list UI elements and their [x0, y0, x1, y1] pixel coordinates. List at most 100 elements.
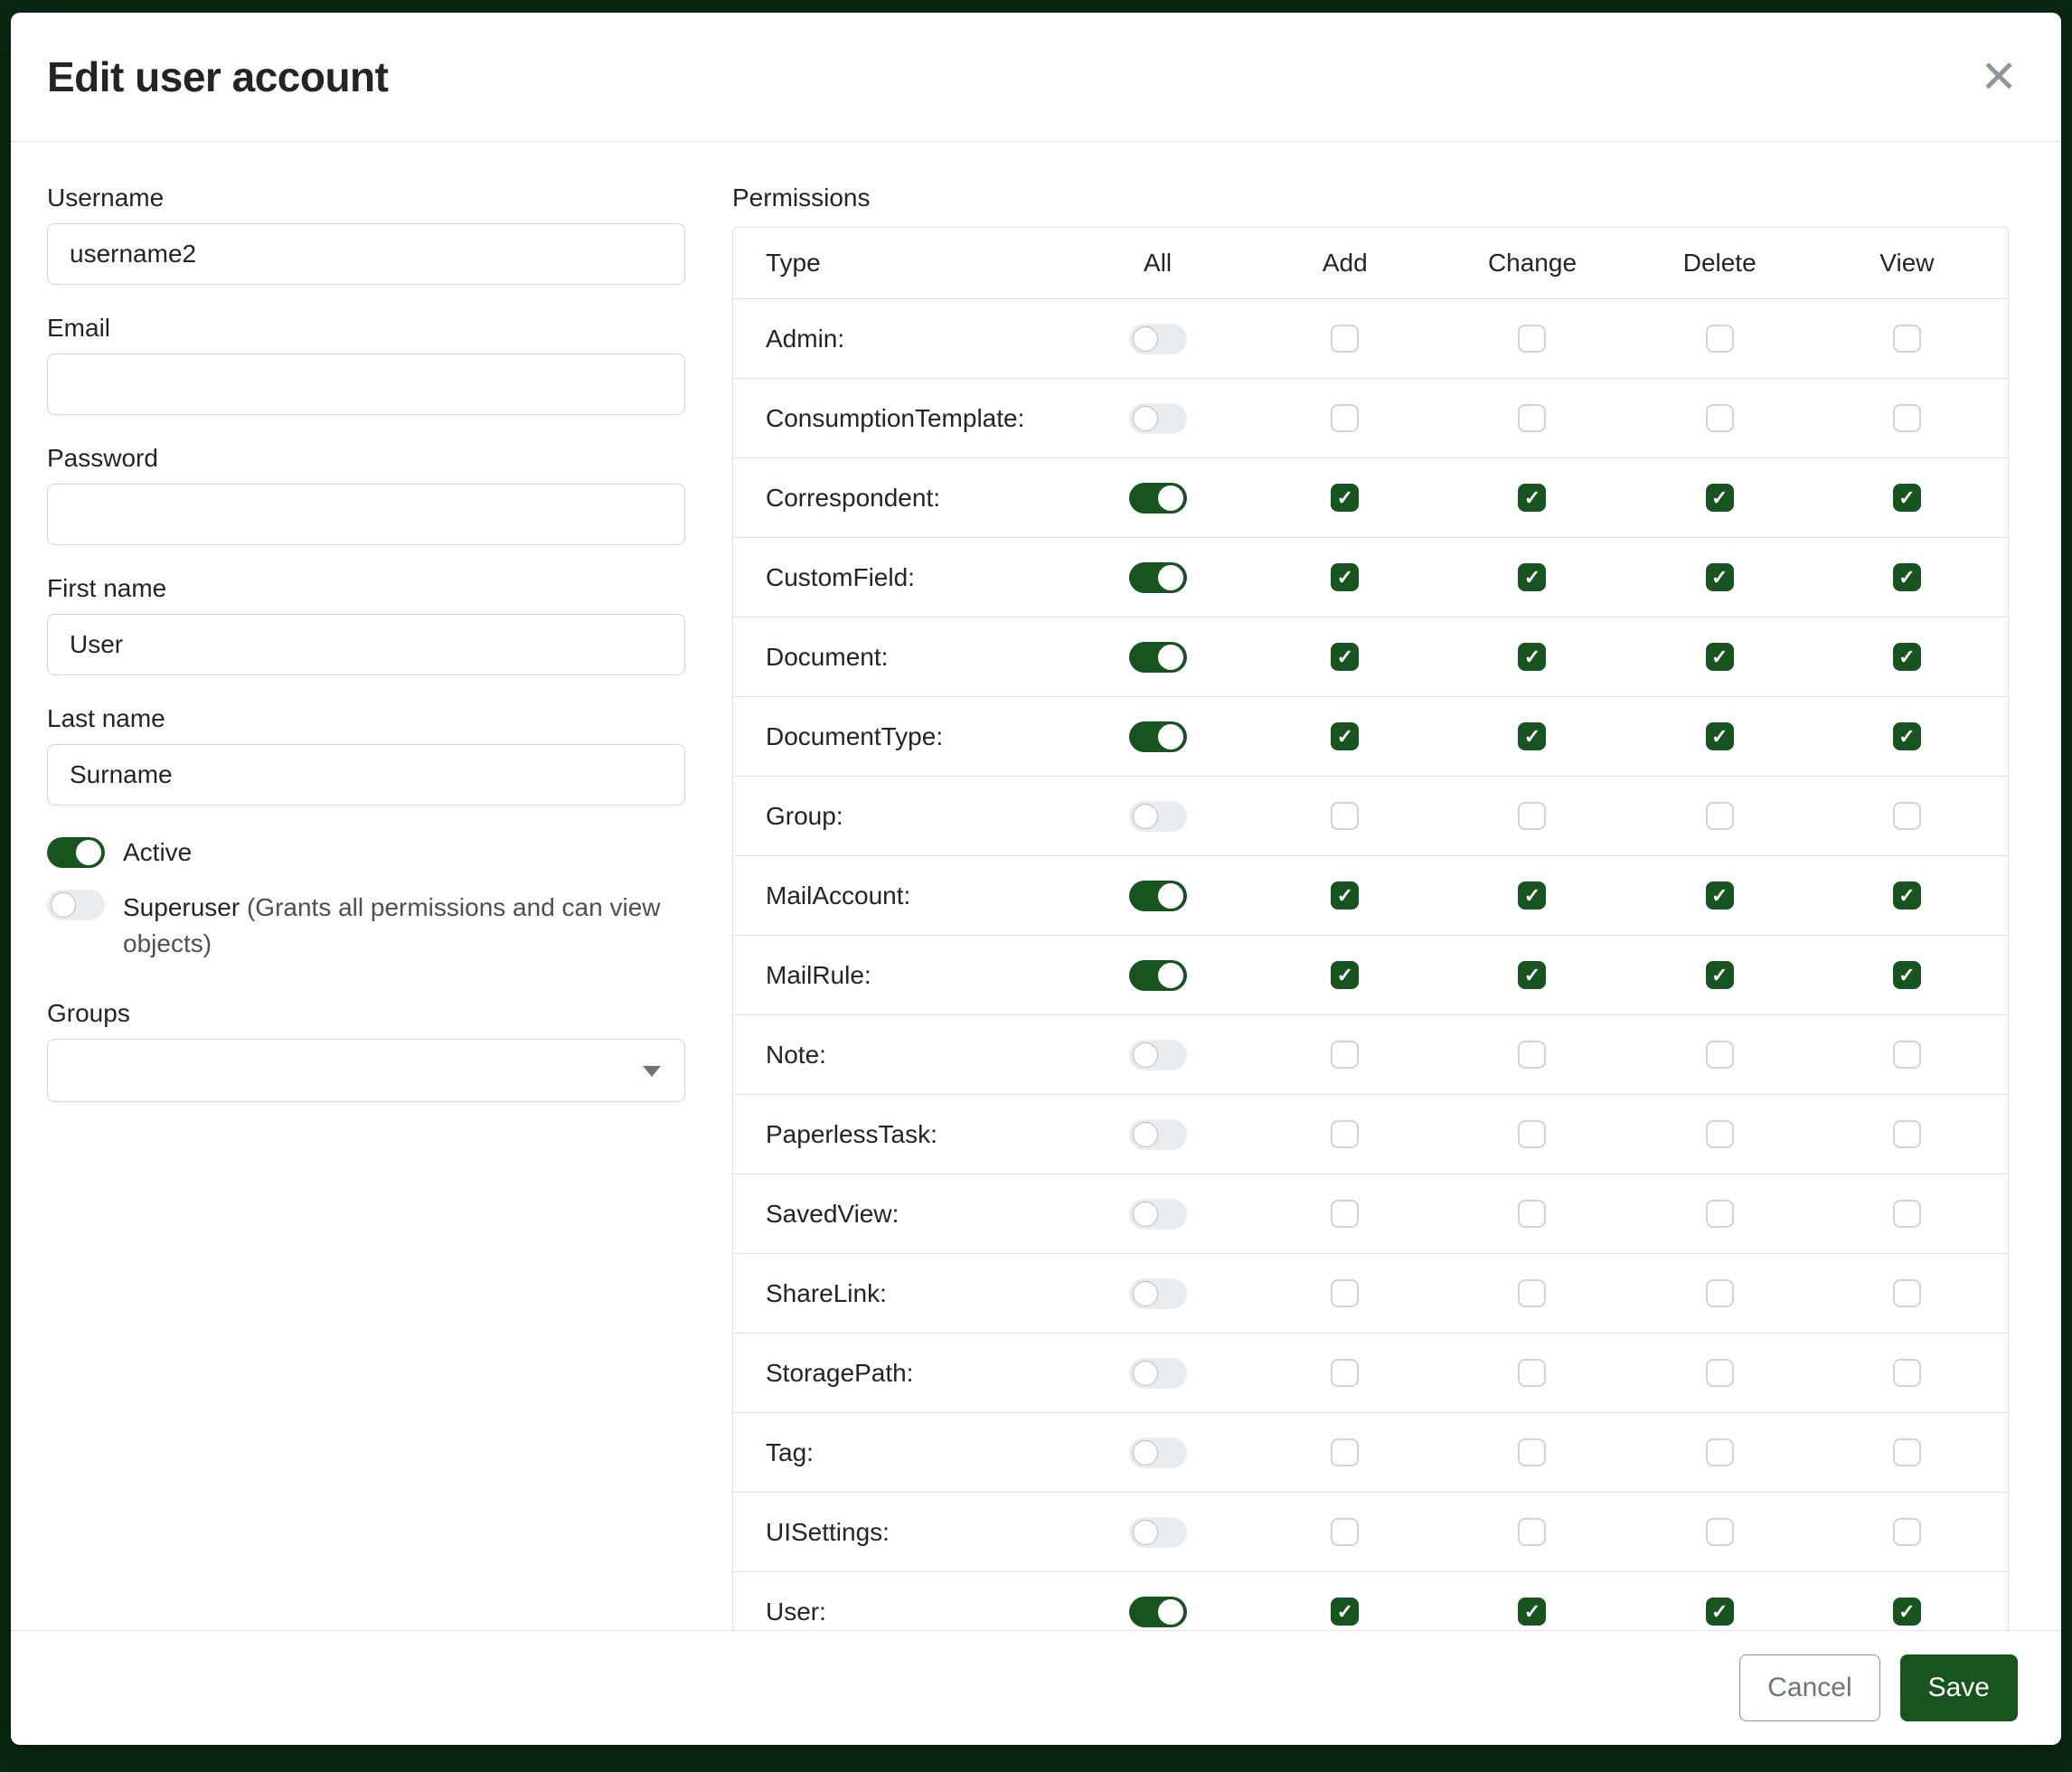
permission-checkbox-view[interactable]: ✓ — [1893, 961, 1921, 989]
active-toggle[interactable] — [47, 837, 105, 868]
permission-all-toggle[interactable] — [1129, 1199, 1187, 1230]
permission-checkbox-add[interactable]: ✓ — [1331, 643, 1359, 671]
permission-checkbox-view[interactable] — [1893, 1200, 1921, 1228]
permission-cell-add — [1251, 1041, 1438, 1069]
permission-checkbox-view[interactable] — [1893, 1438, 1921, 1466]
permission-checkbox-change[interactable] — [1518, 1359, 1546, 1387]
permission-checkbox-change[interactable] — [1518, 1518, 1546, 1546]
permission-checkbox-add[interactable] — [1331, 1279, 1359, 1307]
permission-checkbox-delete[interactable]: ✓ — [1706, 1598, 1734, 1626]
first-name-input[interactable] — [47, 614, 685, 675]
permission-checkbox-change[interactable]: ✓ — [1518, 961, 1546, 989]
permission-checkbox-view[interactable] — [1893, 1041, 1921, 1069]
permission-cell-change: ✓ — [1438, 961, 1625, 989]
permission-all-toggle[interactable] — [1129, 1040, 1187, 1070]
permission-checkbox-view[interactable]: ✓ — [1893, 484, 1921, 512]
permission-all-toggle[interactable] — [1129, 1597, 1187, 1627]
permission-checkbox-change[interactable]: ✓ — [1518, 484, 1546, 512]
permission-checkbox-add[interactable] — [1331, 1200, 1359, 1228]
permission-checkbox-add[interactable] — [1331, 1041, 1359, 1069]
permission-checkbox-add[interactable] — [1331, 1438, 1359, 1466]
permission-checkbox-add[interactable] — [1331, 1359, 1359, 1387]
permission-all-toggle[interactable] — [1129, 801, 1187, 832]
permission-checkbox-view[interactable] — [1893, 404, 1921, 432]
permission-all-toggle[interactable] — [1129, 403, 1187, 434]
permission-checkbox-add[interactable]: ✓ — [1331, 881, 1359, 910]
cancel-button[interactable]: Cancel — [1739, 1654, 1879, 1721]
permission-checkbox-add[interactable] — [1331, 802, 1359, 830]
permission-cell-view — [1813, 1438, 2001, 1466]
last-name-input[interactable] — [47, 744, 685, 806]
permission-checkbox-delete[interactable] — [1706, 1200, 1734, 1228]
permission-checkbox-delete[interactable] — [1706, 1518, 1734, 1546]
permission-checkbox-view[interactable]: ✓ — [1893, 881, 1921, 910]
permission-checkbox-delete[interactable]: ✓ — [1706, 563, 1734, 591]
permission-checkbox-delete[interactable] — [1706, 802, 1734, 830]
password-input[interactable] — [47, 484, 685, 545]
permission-checkbox-add[interactable]: ✓ — [1331, 1598, 1359, 1626]
permission-checkbox-delete[interactable] — [1706, 404, 1734, 432]
permission-checkbox-change[interactable]: ✓ — [1518, 881, 1546, 910]
permission-checkbox-view[interactable]: ✓ — [1893, 563, 1921, 591]
permission-checkbox-delete[interactable]: ✓ — [1706, 961, 1734, 989]
permission-checkbox-delete[interactable] — [1706, 1120, 1734, 1148]
permission-checkbox-view[interactable]: ✓ — [1893, 1598, 1921, 1626]
permission-checkbox-change[interactable]: ✓ — [1518, 1598, 1546, 1626]
permission-checkbox-add[interactable]: ✓ — [1331, 961, 1359, 989]
permission-checkbox-view[interactable] — [1893, 325, 1921, 353]
permission-all-toggle[interactable] — [1129, 562, 1187, 593]
permission-checkbox-add[interactable]: ✓ — [1331, 722, 1359, 750]
permission-checkbox-change[interactable] — [1518, 1438, 1546, 1466]
permission-checkbox-add[interactable] — [1331, 1518, 1359, 1546]
permission-checkbox-change[interactable]: ✓ — [1518, 643, 1546, 671]
permission-checkbox-add[interactable]: ✓ — [1331, 563, 1359, 591]
save-button[interactable]: Save — [1900, 1654, 2018, 1721]
permission-all-toggle[interactable] — [1129, 1517, 1187, 1548]
permission-checkbox-delete[interactable]: ✓ — [1706, 484, 1734, 512]
permission-all-toggle[interactable] — [1129, 1437, 1187, 1468]
permission-checkbox-change[interactable]: ✓ — [1518, 722, 1546, 750]
permission-all-toggle[interactable] — [1129, 721, 1187, 752]
permission-checkbox-change[interactable] — [1518, 1041, 1546, 1069]
permission-all-toggle[interactable] — [1129, 483, 1187, 514]
permission-checkbox-add[interactable] — [1331, 404, 1359, 432]
permission-checkbox-change[interactable] — [1518, 1200, 1546, 1228]
permission-checkbox-view[interactable] — [1893, 1279, 1921, 1307]
close-button[interactable]: ✕ — [1980, 54, 2018, 99]
permission-checkbox-delete[interactable] — [1706, 325, 1734, 353]
permission-all-toggle[interactable] — [1129, 881, 1187, 911]
superuser-toggle[interactable] — [47, 890, 105, 920]
permission-all-toggle[interactable] — [1129, 960, 1187, 991]
permission-checkbox-change[interactable]: ✓ — [1518, 563, 1546, 591]
groups-select[interactable] — [47, 1039, 685, 1102]
permission-checkbox-change[interactable] — [1518, 802, 1546, 830]
permission-checkbox-change[interactable] — [1518, 325, 1546, 353]
permission-checkbox-view[interactable] — [1893, 802, 1921, 830]
permission-checkbox-view[interactable]: ✓ — [1893, 722, 1921, 750]
permission-checkbox-view[interactable] — [1893, 1518, 1921, 1546]
permission-checkbox-delete[interactable]: ✓ — [1706, 722, 1734, 750]
permission-all-toggle[interactable] — [1129, 1119, 1187, 1150]
permission-checkbox-add[interactable] — [1331, 1120, 1359, 1148]
permission-all-toggle[interactable] — [1129, 324, 1187, 354]
permission-checkbox-add[interactable] — [1331, 325, 1359, 353]
permission-checkbox-change[interactable] — [1518, 1279, 1546, 1307]
permission-checkbox-delete[interactable] — [1706, 1041, 1734, 1069]
permission-checkbox-view[interactable] — [1893, 1120, 1921, 1148]
permission-checkbox-view[interactable] — [1893, 1359, 1921, 1387]
permission-cell-all — [1064, 1119, 1251, 1150]
permission-all-toggle[interactable] — [1129, 642, 1187, 673]
permission-checkbox-delete[interactable]: ✓ — [1706, 881, 1734, 910]
email-input[interactable] — [47, 353, 685, 415]
permission-all-toggle[interactable] — [1129, 1358, 1187, 1389]
permission-checkbox-change[interactable] — [1518, 1120, 1546, 1148]
permission-checkbox-view[interactable]: ✓ — [1893, 643, 1921, 671]
permission-checkbox-add[interactable]: ✓ — [1331, 484, 1359, 512]
permission-checkbox-change[interactable] — [1518, 404, 1546, 432]
permission-all-toggle[interactable] — [1129, 1278, 1187, 1309]
permission-checkbox-delete[interactable] — [1706, 1359, 1734, 1387]
permission-checkbox-delete[interactable] — [1706, 1279, 1734, 1307]
permission-checkbox-delete[interactable]: ✓ — [1706, 643, 1734, 671]
username-input[interactable] — [47, 223, 685, 285]
permission-checkbox-delete[interactable] — [1706, 1438, 1734, 1466]
